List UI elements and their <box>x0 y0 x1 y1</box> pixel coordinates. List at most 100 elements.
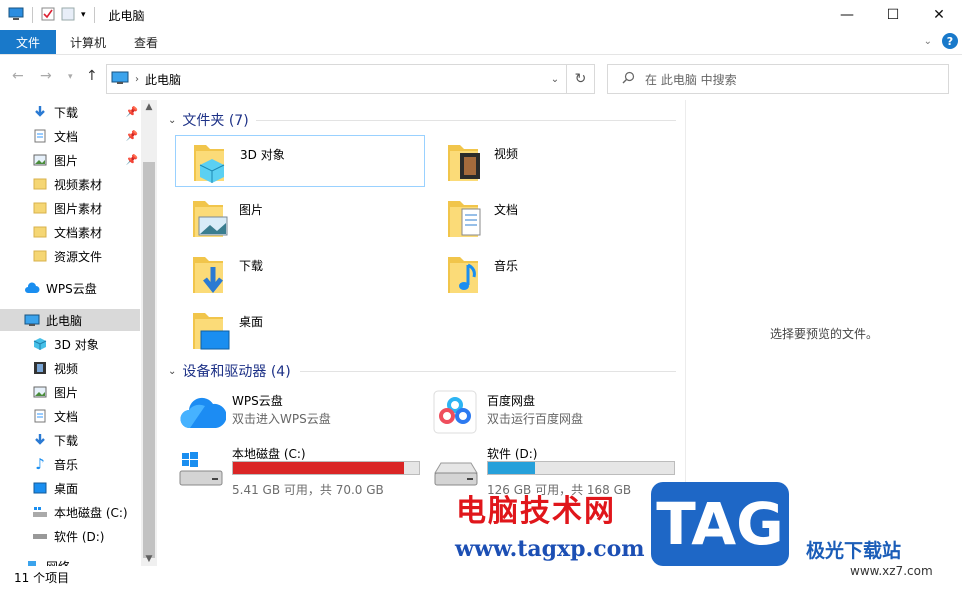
drive-c-usage-bar <box>232 461 420 475</box>
scroll-up-icon[interactable]: ▲ <box>141 102 157 112</box>
quick-access-toolbar: ▾ 此电脑 <box>0 7 145 24</box>
tab-file[interactable]: 文件 <box>0 30 57 54</box>
title-bar: ▾ 此电脑 — ☐ ✕ <box>0 0 962 30</box>
sidebar-item-video-materials[interactable]: 视频素材 <box>32 173 140 195</box>
sidebar-item-pictures[interactable]: 图片 📌 <box>32 149 140 171</box>
sidebar-item-wps-cloud[interactable]: WPS云盘 <box>24 277 140 299</box>
back-icon[interactable]: ← <box>12 68 24 84</box>
scrollbar-thumb[interactable] <box>143 162 155 558</box>
folders-group-header[interactable]: ⌄ 文件夹 (7) <box>168 110 249 130</box>
sidebar-item-videos[interactable]: 视频 <box>32 357 140 379</box>
sidebar-scrollbar[interactable]: ▲ ▼ <box>141 100 157 566</box>
drive-icon <box>433 449 479 489</box>
recent-locations-icon[interactable]: ▾ <box>68 72 73 82</box>
minimize-button[interactable]: — <box>824 0 870 30</box>
scroll-down-icon[interactable]: ▼ <box>141 554 157 564</box>
sidebar-item-downloads[interactable]: 下载 📌 <box>32 101 140 123</box>
sidebar-item-resource-files[interactable]: 资源文件 <box>32 245 140 267</box>
video-folder-icon <box>438 137 488 185</box>
sidebar-item-pictures-pc[interactable]: 图片 <box>32 381 140 403</box>
sidebar-item-network[interactable]: 网络 <box>24 555 140 566</box>
sidebar-item-image-materials[interactable]: 图片素材 <box>32 197 140 219</box>
cube-folder-icon <box>184 137 234 185</box>
desktop-icon <box>32 480 48 496</box>
computer-icon <box>24 312 40 328</box>
drive-icon <box>32 528 48 544</box>
folder-tile-3d-objects[interactable]: 3D 对象 <box>175 135 425 187</box>
folder-tile-music[interactable]: 音乐 <box>430 247 680 299</box>
device-drive-c[interactable]: 本地磁盘 (C:) 5.41 GB 可用，共 70.0 GB <box>160 443 420 497</box>
maximize-button[interactable]: ☐ <box>870 0 916 30</box>
sidebar-item-this-pc[interactable]: 此电脑 <box>0 309 140 331</box>
status-bar: 11 个项目 <box>0 566 962 589</box>
folder-icon <box>32 224 48 240</box>
navigation-pane: 下载 📌 文档 📌 图片 📌 视频素材 图片素材 文档素材 资源文件 WPS云盘 此电… <box>0 100 157 566</box>
baidu-netdisk-icon <box>433 390 479 434</box>
tab-view[interactable]: 查看 <box>120 30 172 54</box>
sidebar-item-documents-pc[interactable]: 文档 <box>32 405 140 427</box>
preview-message: 选择要预览的文件。 <box>769 326 878 341</box>
pin-icon[interactable]: 📌 <box>126 107 138 118</box>
document-icon <box>32 128 48 144</box>
ribbon-tabs: 文件 计算机 查看 ⌄ ? <box>0 30 962 55</box>
sidebar-item-doc-materials[interactable]: 文档素材 <box>32 221 140 243</box>
sidebar-item-downloads-pc[interactable]: 下载 <box>32 429 140 451</box>
picture-folder-icon <box>183 193 233 241</box>
watermark-site-cn: 电脑技术网 <box>456 494 616 529</box>
video-icon <box>32 360 48 376</box>
download-folder-icon <box>183 249 233 297</box>
new-folder-icon[interactable] <box>61 7 75 24</box>
watermark-tag-logo: TAG <box>651 482 789 566</box>
sidebar-item-desktop[interactable]: 桌面 <box>32 477 140 499</box>
sidebar-item-documents[interactable]: 文档 📌 <box>32 125 140 147</box>
sidebar-item-drive-c[interactable]: 本地磁盘 (C:) <box>32 501 140 523</box>
wps-cloud-icon <box>180 394 227 434</box>
breadcrumb[interactable]: 此电脑 <box>145 71 181 88</box>
device-wps-cloud[interactable]: WPS云盘 双击进入WPS云盘 <box>160 390 410 440</box>
watermark-jiguang-url: www.xz7.com <box>850 564 933 578</box>
pin-icon[interactable]: 📌 <box>126 131 138 142</box>
folder-tile-videos[interactable]: 视频 <box>430 135 680 187</box>
address-dropdown-icon[interactable]: ⌄ <box>544 74 566 85</box>
expand-ribbon-icon[interactable]: ⌄ <box>924 36 932 47</box>
sidebar-item-drive-d[interactable]: 软件 (D:) <box>32 525 140 547</box>
customize-toolbar-icon[interactable]: ▾ <box>81 10 86 20</box>
forward-icon[interactable]: → <box>40 68 52 84</box>
music-icon: ♪ <box>35 455 45 473</box>
drive-d-usage-bar <box>487 461 675 475</box>
properties-icon[interactable] <box>41 7 55 24</box>
windows-drive-icon <box>178 449 224 489</box>
up-icon[interactable]: ↑ <box>86 68 98 84</box>
search-placeholder: 在 此电脑 中搜索 <box>645 72 737 87</box>
help-icon[interactable]: ? <box>942 33 958 49</box>
cube-icon <box>32 336 48 352</box>
tab-computer[interactable]: 计算机 <box>56 30 120 54</box>
address-bar[interactable]: › 此电脑 ⌄ ↻ <box>106 64 595 94</box>
search-input[interactable]: 在 此电脑 中搜索 <box>607 64 949 94</box>
pin-icon[interactable]: 📌 <box>126 155 138 166</box>
chevron-down-icon: ⌄ <box>168 365 177 377</box>
window-title: 此电脑 <box>108 8 145 23</box>
sidebar-item-3d-objects[interactable]: 3D 对象 <box>32 333 140 355</box>
navigation-bar: ← → ▾ ↑ › 此电脑 ⌄ ↻ 在 此电脑 中搜索 <box>0 62 962 94</box>
music-folder-icon <box>438 249 488 297</box>
folder-tile-desktop[interactable]: 桌面 <box>175 303 425 355</box>
folder-tile-pictures[interactable]: 图片 <box>175 191 425 243</box>
computer-icon <box>111 71 129 88</box>
folder-tile-downloads[interactable]: 下载 <box>175 247 425 299</box>
watermark-site-url: www.tagxp.com <box>455 536 645 562</box>
folder-icon <box>32 248 48 264</box>
cloud-icon <box>24 280 40 296</box>
item-count: 11 个项目 <box>14 571 70 585</box>
network-icon <box>24 558 40 566</box>
folder-icon <box>32 176 48 192</box>
device-baidu-netdisk[interactable]: 百度网盘 双击运行百度网盘 <box>415 390 665 440</box>
devices-group-header[interactable]: ⌄ 设备和驱动器 (4) <box>168 361 291 381</box>
folder-tile-documents[interactable]: 文档 <box>430 191 680 243</box>
chevron-down-icon: ⌄ <box>168 114 177 126</box>
search-icon <box>622 71 635 87</box>
sidebar-item-music[interactable]: ♪ 音乐 <box>32 453 140 475</box>
download-icon <box>32 104 48 120</box>
close-button[interactable]: ✕ <box>916 0 962 30</box>
refresh-icon[interactable]: ↻ <box>566 65 594 93</box>
